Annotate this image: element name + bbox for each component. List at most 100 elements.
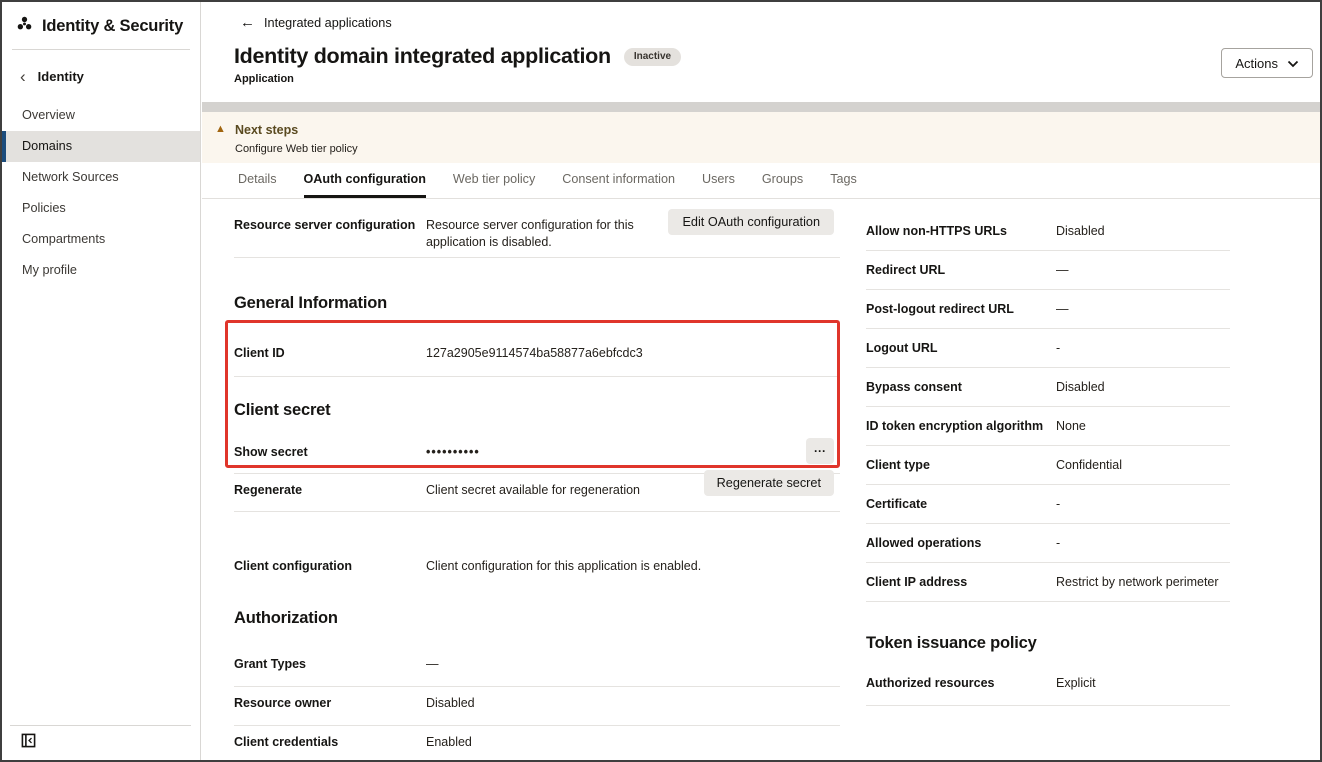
field-label: Bypass consent [866, 379, 1056, 396]
field-value: Disabled [1056, 379, 1105, 396]
grant-types-row: Grant Types — [234, 648, 840, 687]
field-value: — [426, 656, 439, 673]
redirect-url-row: Redirect URL — [866, 251, 1230, 290]
field-label: Client configuration [234, 558, 426, 575]
breadcrumb-back-link[interactable]: ← Integrated applications [240, 16, 392, 30]
client-ip-address-row: Client IP address Restrict by network pe… [866, 563, 1230, 602]
bypass-consent-row: Bypass consent Disabled [866, 368, 1230, 407]
actions-button[interactable]: Actions [1221, 48, 1313, 78]
sidebar-title: Identity & Security [42, 17, 183, 36]
authorized-resources-row: Authorized resources Explicit [866, 667, 1230, 706]
regenerate-secret-button[interactable]: Regenerate secret [704, 470, 834, 496]
field-value: — [1056, 301, 1069, 318]
field-label: Certificate [866, 496, 1056, 513]
client-id-row: Client ID 127a2905e9114574ba58877a6ebfcd… [234, 337, 840, 377]
field-label: Client IP address [866, 574, 1056, 591]
regenerate-row: Regenerate Client secret available for r… [234, 474, 840, 512]
token-policy-rows: Authorized resources Explicit [866, 667, 1230, 706]
status-badge: Inactive [624, 48, 681, 66]
field-label: Allow non-HTTPS URLs [866, 223, 1056, 240]
actions-button-label: Actions [1235, 56, 1278, 71]
resource-server-configuration-row: Resource server configuration Resource s… [234, 199, 840, 258]
show-secret-row: Show secret •••••••••• ··· [234, 434, 840, 474]
field-value: Confidential [1056, 457, 1122, 474]
identity-security-icon [16, 15, 33, 37]
banner-title: Next steps [235, 123, 298, 137]
resource-owner-row: Resource owner Disabled [234, 687, 840, 726]
field-value: — [1056, 262, 1069, 279]
sidebar-bottom-divider [10, 725, 191, 726]
sidebar-item-overview[interactable]: Overview [2, 100, 200, 131]
sidebar-item-compartments[interactable]: Compartments [2, 224, 200, 255]
resource-type-label: Application [234, 73, 294, 85]
client-id-value: 127a2905e9114574ba58877a6ebfcdc3 [426, 345, 643, 362]
field-label: Grant Types [234, 656, 426, 673]
breadcrumb-label: Integrated applications [264, 16, 392, 30]
field-label: Allowed operations [866, 535, 1056, 552]
collapse-sidebar-icon[interactable] [18, 730, 38, 750]
authorization-rows: Grant Types — Resource owner Disabled Cl… [234, 648, 840, 762]
field-value: - [1056, 340, 1060, 357]
sidebar-item-network-sources[interactable]: Network Sources [2, 162, 200, 193]
client-credentials-row: Client credentials Enabled [234, 726, 840, 762]
tab-consent-information[interactable]: Consent information [562, 163, 675, 198]
sidebar-header: Identity & Security [2, 2, 200, 49]
general-information-heading: General Information [234, 294, 840, 313]
tab-details[interactable]: Details [238, 163, 277, 198]
tab-web-tier-policy[interactable]: Web tier policy [453, 163, 535, 198]
back-arrow-icon: ← [240, 16, 255, 30]
field-label: ID token encryption algorithm [866, 418, 1056, 435]
field-value: Disabled [426, 695, 475, 712]
tab-tags[interactable]: Tags [830, 163, 857, 198]
next-steps-banner: ▲ Next steps Configure Web tier policy [202, 112, 1320, 163]
tab-users[interactable]: Users [702, 163, 735, 198]
show-secret-more-button[interactable]: ··· [806, 438, 834, 464]
client-configuration-row: Client configuration Client configuratio… [234, 550, 840, 587]
configure-web-tier-policy-link[interactable]: Configure Web tier policy [235, 143, 358, 155]
field-value: Client secret available for regeneration [426, 482, 640, 499]
field-value: - [1056, 496, 1060, 513]
tab-groups[interactable]: Groups [762, 163, 803, 198]
sidebar-item-domains[interactable]: Domains [2, 131, 200, 162]
tab-oauth-configuration[interactable]: OAuth configuration [304, 163, 426, 198]
chevron-down-icon [1287, 56, 1299, 71]
field-value: Client configuration for this applicatio… [426, 558, 701, 575]
certificate-row: Certificate - [866, 485, 1230, 524]
field-value: Explicit [1056, 675, 1096, 692]
field-value: Disabled [1056, 223, 1105, 240]
sidebar-section-identity[interactable]: ‹ Identity [2, 50, 200, 98]
field-value: - [1056, 535, 1060, 552]
page-header: ← Integrated applications Identity domai… [202, 2, 1320, 102]
tab-content: Resource server configuration Resource s… [202, 199, 1320, 762]
sidebar-item-policies[interactable]: Policies [2, 193, 200, 224]
sidebar-item-my-profile[interactable]: My profile [2, 255, 200, 286]
masked-secret-value: •••••••••• [426, 444, 480, 461]
client-type-row: Client type Confidential [866, 446, 1230, 485]
field-label: Regenerate [234, 482, 426, 499]
logout-url-row: Logout URL - [866, 329, 1230, 368]
allowed-operations-row: Allowed operations - [866, 524, 1230, 563]
field-label: Resource owner [234, 695, 426, 712]
authorization-heading: Authorization [234, 609, 840, 628]
sidebar-section-label: Identity [38, 69, 84, 84]
main-panel: ← Integrated applications Identity domai… [202, 2, 1320, 760]
header-divider-bar [202, 102, 1320, 112]
oauth-right-column: Allow non-HTTPS URLs Disabled Redirect U… [866, 199, 1230, 706]
id-token-encryption-algorithm-row: ID token encryption algorithm None [866, 407, 1230, 446]
field-label: Client ID [234, 345, 426, 362]
page-title: Identity domain integrated application [234, 44, 611, 69]
client-secret-heading: Client secret [234, 401, 840, 420]
app-window: Identity & Security ‹ Identity Overview … [0, 0, 1322, 762]
field-value: Enabled [426, 734, 472, 751]
field-label: Authorized resources [866, 675, 1056, 692]
edit-oauth-configuration-button[interactable]: Edit OAuth configuration [668, 209, 834, 235]
field-label: Client type [866, 457, 1056, 474]
token-issuance-policy-heading: Token issuance policy [866, 634, 1230, 653]
field-label: Resource server configuration [234, 217, 426, 251]
field-label: Redirect URL [866, 262, 1056, 279]
post-logout-redirect-url-row: Post-logout redirect URL — [866, 290, 1230, 329]
field-value: Resource server configuration for this a… [426, 217, 694, 251]
sidebar: Identity & Security ‹ Identity Overview … [2, 2, 201, 760]
tab-bar: Details OAuth configuration Web tier pol… [202, 163, 1320, 199]
warning-triangle-icon: ▲ [215, 123, 226, 135]
